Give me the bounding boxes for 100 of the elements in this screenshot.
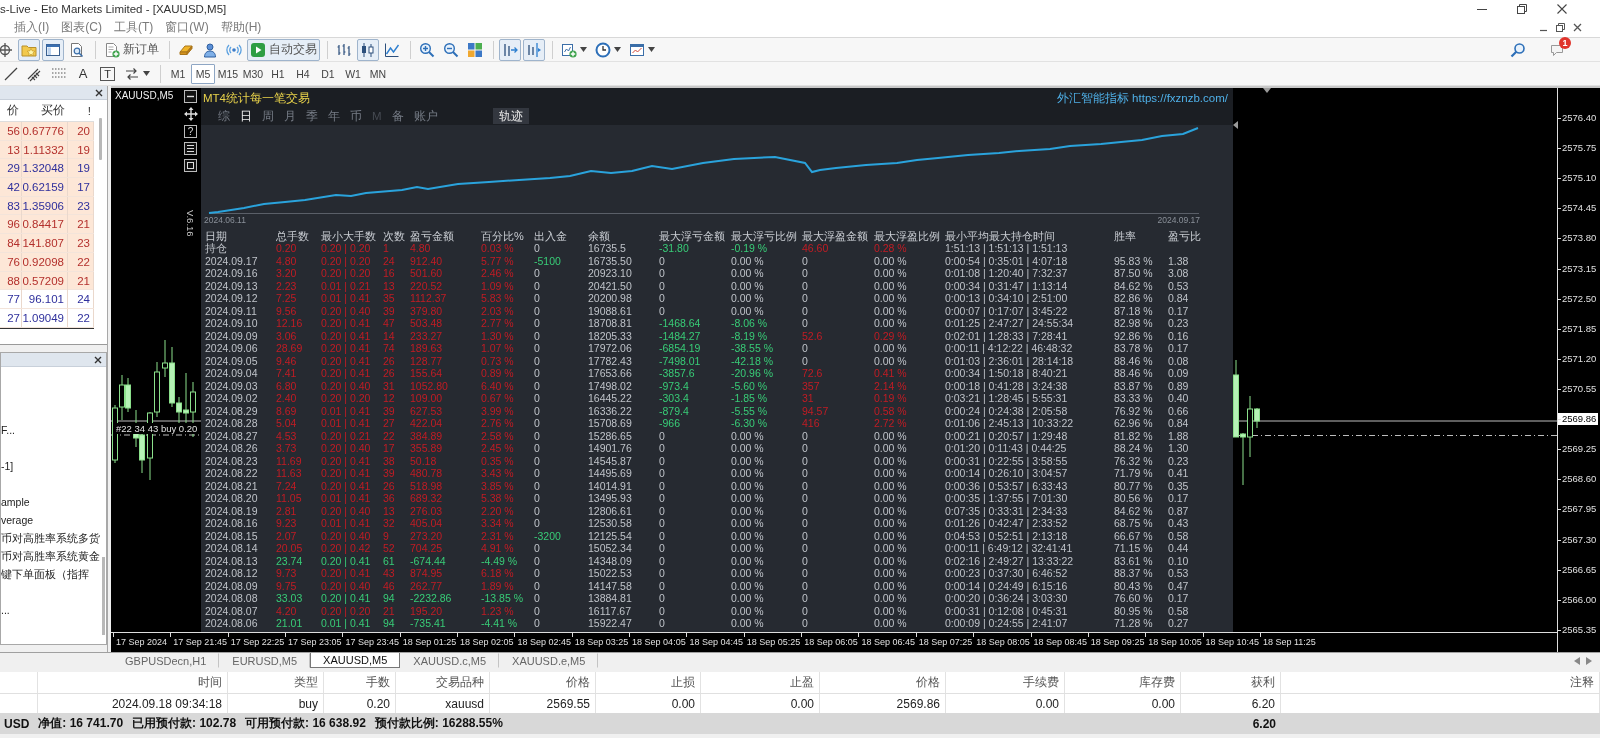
period-tab[interactable]: 币 bbox=[345, 107, 367, 124]
chart-tab[interactable]: XAUUSD,M5 bbox=[310, 653, 401, 668]
quote-row[interactable]: 96 0.84417 21 bbox=[0, 215, 94, 235]
table-cell: 76.60 % bbox=[1114, 592, 1153, 605]
column-header[interactable]: 获利 bbox=[1251, 674, 1275, 691]
table-cell: -8.06 % bbox=[731, 317, 768, 330]
column-header[interactable]: 时间 bbox=[198, 674, 222, 691]
table-cell: 9 bbox=[383, 529, 389, 543]
timeframe-tab[interactable]: D1 bbox=[316, 63, 340, 84]
table-cell: 17 bbox=[383, 442, 395, 455]
navigator-item[interactable]: verage bbox=[1, 511, 34, 529]
menu-item[interactable]: 工具(T) bbox=[108, 19, 160, 36]
column-header[interactable]: 手续费 bbox=[1023, 674, 1059, 691]
table-cell: 0.01 | 0.41 bbox=[321, 417, 371, 430]
window-icon[interactable] bbox=[184, 159, 197, 172]
column-header[interactable]: 交易品种 bbox=[436, 674, 484, 691]
navigator-item[interactable]: ... bbox=[1, 601, 10, 619]
menu-item[interactable]: 窗口(W) bbox=[159, 19, 215, 36]
table-cell: 0:01:20 | 0:11:43 | 0:44:25 bbox=[945, 442, 1067, 455]
table-cell: 0 bbox=[802, 279, 808, 293]
table-cell: 13 bbox=[383, 279, 395, 293]
caret-right-icon[interactable] bbox=[1586, 656, 1592, 665]
column-header[interactable]: 止损 bbox=[671, 674, 695, 691]
menu-item[interactable]: 插入(I) bbox=[8, 19, 56, 36]
move-icon[interactable] bbox=[183, 107, 198, 121]
period-tab[interactable]: 月 bbox=[279, 107, 301, 124]
navigator-item[interactable]: 键下单面板（指挥 bbox=[1, 565, 89, 583]
table-cell: 31 bbox=[383, 379, 395, 393]
quote-row[interactable]: 42 0.62159 17 bbox=[0, 178, 94, 197]
list-icon[interactable] bbox=[184, 142, 197, 155]
quote-row[interactable]: 56 0.67776 20 bbox=[0, 122, 94, 141]
period-tab[interactable]: 年 bbox=[323, 107, 345, 124]
restore-icon[interactable] bbox=[1516, 3, 1528, 15]
close-icon[interactable] bbox=[1556, 3, 1568, 15]
triangle-marker-icon[interactable] bbox=[1233, 121, 1238, 129]
close-icon[interactable] bbox=[94, 355, 102, 364]
column-header[interactable]: 注释 bbox=[1570, 674, 1594, 691]
menu-item[interactable]: 图表(C) bbox=[55, 19, 108, 36]
navigator-button[interactable] bbox=[42, 38, 64, 61]
navigator-item[interactable]: F... bbox=[1, 421, 15, 439]
new-order-button[interactable]: 新订单 bbox=[101, 38, 162, 61]
help-button[interactable]: ? bbox=[184, 125, 197, 138]
scrollbar-thumb[interactable] bbox=[101, 557, 105, 635]
timeframe-tab[interactable]: M1 bbox=[166, 63, 190, 84]
table-cell: 874.95 bbox=[410, 567, 443, 580]
close-icon[interactable] bbox=[95, 88, 103, 97]
period-tab[interactable]: 综 bbox=[213, 107, 235, 124]
quote-row[interactable]: 29 1.32048 19 bbox=[0, 159, 94, 179]
navigator-item[interactable]: ample bbox=[1, 493, 30, 511]
search-icon[interactable] bbox=[1510, 41, 1526, 58]
timeframe-tab[interactable]: MN bbox=[366, 63, 390, 84]
period-tab[interactable]: 日 bbox=[235, 107, 257, 124]
column-header[interactable]: 价 bbox=[0, 103, 22, 118]
table-cell: 1112.37 bbox=[410, 292, 447, 305]
period-tab[interactable]: 备 bbox=[386, 107, 409, 124]
website-link[interactable]: 外汇智能指标 https://fxznzb.com/ bbox=[1056, 91, 1228, 106]
quote-row[interactable]: 77 96.101 24 bbox=[0, 290, 94, 309]
text-tool-button[interactable]: A bbox=[72, 62, 94, 85]
navigator-item[interactable]: -1] bbox=[1, 457, 14, 475]
chart-shift-button[interactable] bbox=[523, 38, 545, 61]
auto-trading-button[interactable]: 自动交易 bbox=[247, 38, 320, 61]
table-cell: 0 bbox=[802, 617, 808, 630]
account-summary-text: USD bbox=[4, 716, 30, 731]
timeframe-tab[interactable]: H4 bbox=[291, 63, 315, 84]
menu-item[interactable]: 帮助(H) bbox=[214, 19, 268, 36]
track-toggle[interactable]: 轨迹 bbox=[492, 107, 529, 124]
column-header[interactable]: 类型 bbox=[294, 674, 318, 691]
restore-icon[interactable] bbox=[1556, 23, 1565, 32]
close-icon[interactable] bbox=[1573, 23, 1582, 32]
column-header[interactable]: 价格 bbox=[916, 674, 940, 691]
column-header[interactable]: 手数 bbox=[366, 674, 390, 691]
table-cell: 2024.08.26 bbox=[205, 442, 258, 455]
column-header[interactable]: ! bbox=[68, 104, 94, 117]
period-tab[interactable]: 周 bbox=[257, 107, 279, 124]
scrollbar-thumb[interactable] bbox=[99, 118, 102, 160]
caret-left-icon[interactable] bbox=[1574, 656, 1580, 665]
column-header[interactable]: 买价 bbox=[22, 103, 68, 118]
quote-row[interactable]: 84 141.807 23 bbox=[0, 234, 94, 253]
table-cell: -879.4 bbox=[659, 404, 689, 418]
timeframe-tab[interactable]: M30 bbox=[241, 63, 265, 84]
table-cell: 26 bbox=[383, 354, 395, 368]
navigator-item[interactable]: 币对高胜率系统黄金 bbox=[1, 547, 100, 565]
auto-scroll-button[interactable] bbox=[499, 38, 521, 61]
period-tab[interactable]: 账户 bbox=[408, 107, 443, 124]
timeframe-tab[interactable]: H1 bbox=[266, 63, 290, 84]
text-label-tool-button[interactable]: T bbox=[100, 66, 115, 81]
table-cell: 2024.09.04 bbox=[205, 367, 258, 380]
table-cell: -6.30 % bbox=[731, 417, 768, 430]
triangle-marker-icon[interactable] bbox=[1263, 88, 1271, 93]
timeframe-tab[interactable]: M5 bbox=[191, 63, 215, 84]
column-header[interactable]: 库存费 bbox=[1139, 674, 1175, 691]
column-header[interactable]: 价格 bbox=[566, 674, 590, 691]
candlestick-button[interactable] bbox=[357, 38, 379, 61]
navigator-item[interactable]: 币对高胜率系统多货 bbox=[1, 529, 100, 547]
timeframe-tab[interactable]: M15 bbox=[216, 63, 240, 84]
quote-cell: 83 bbox=[0, 196, 22, 215]
minimize-icon[interactable] bbox=[184, 90, 197, 103]
timeframe-tab[interactable]: W1 bbox=[341, 63, 365, 84]
column-header[interactable]: 止盈 bbox=[790, 674, 814, 691]
period-tab[interactable]: 季 bbox=[301, 107, 323, 124]
